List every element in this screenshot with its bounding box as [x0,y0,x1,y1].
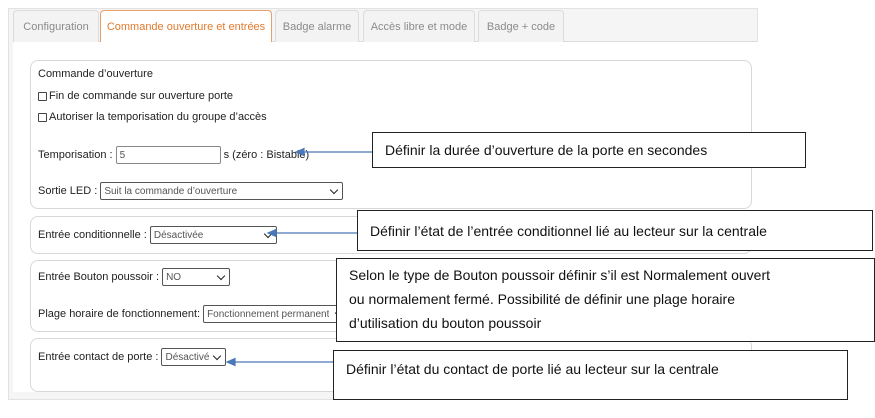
arrow-duree-head [294,147,305,157]
annotation-arrows [225,147,372,367]
arrow-conditionnel-head [266,228,277,238]
arrow-contact-head [225,357,236,367]
